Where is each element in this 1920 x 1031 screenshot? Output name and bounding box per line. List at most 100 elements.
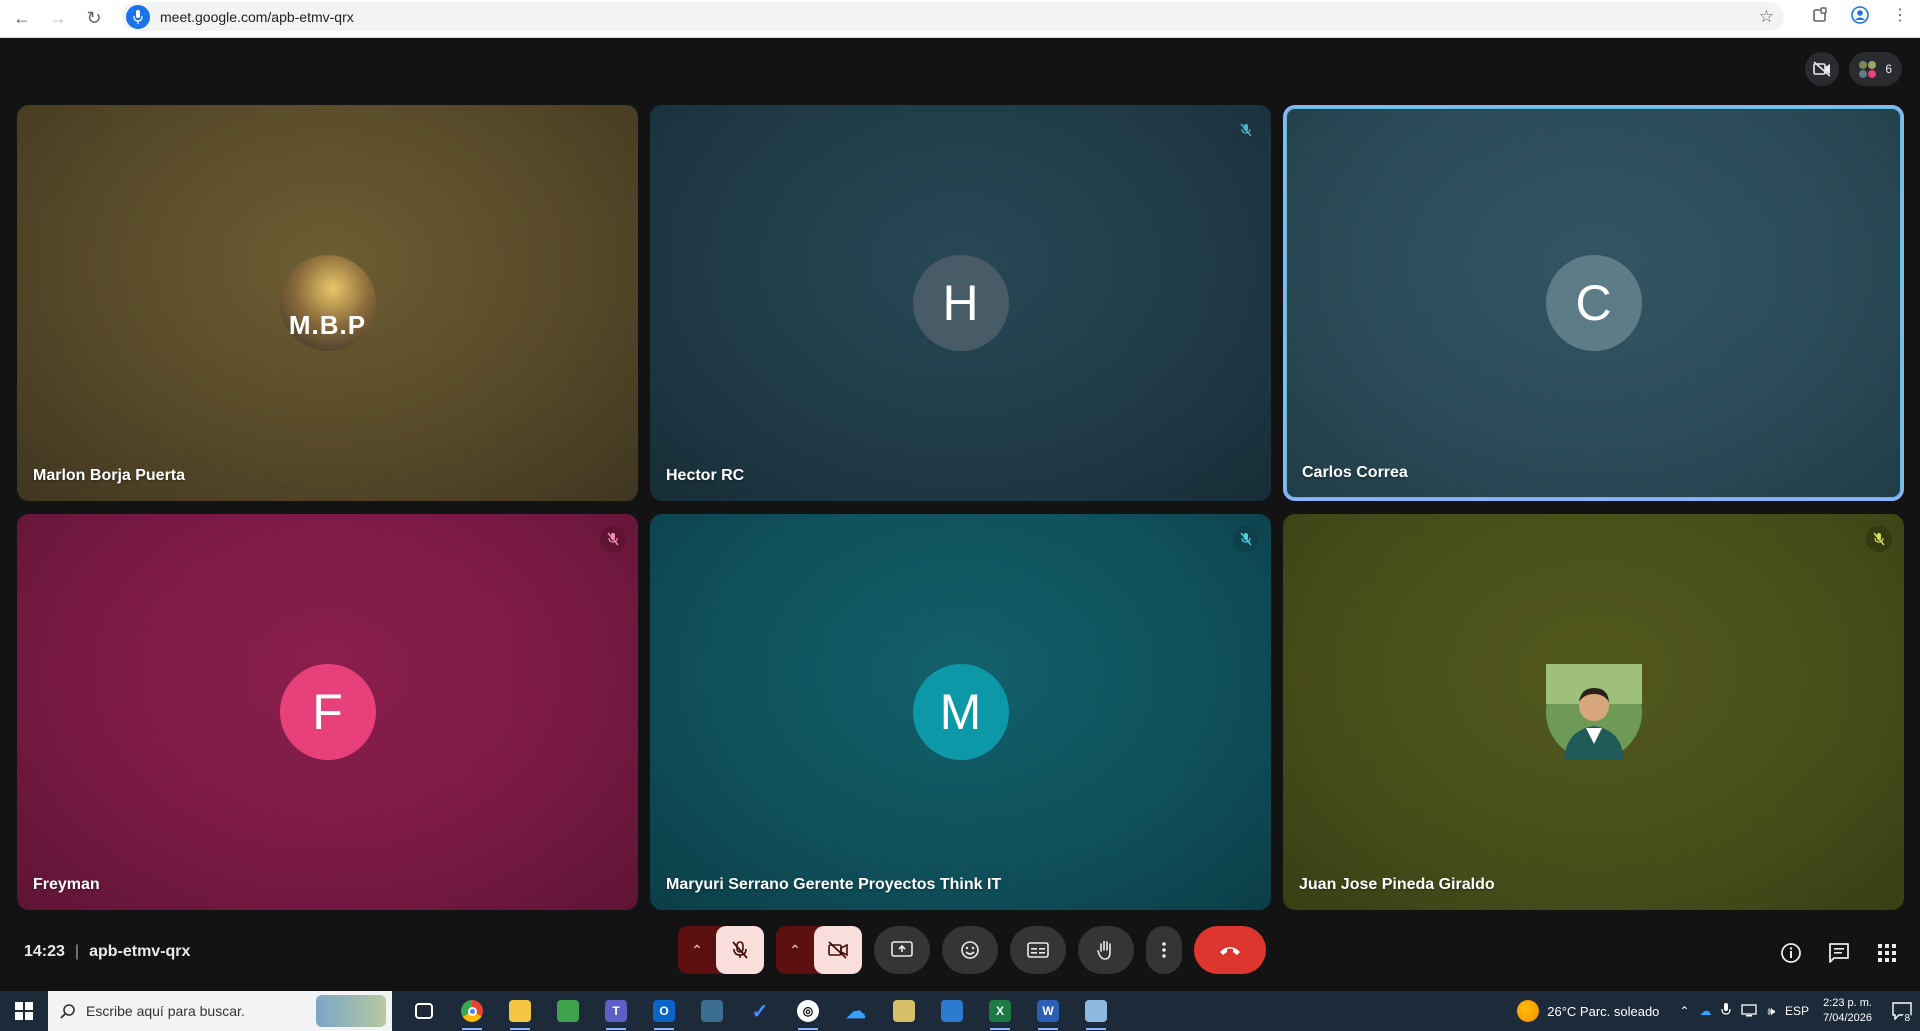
avatar-initial: M bbox=[939, 684, 982, 740]
forward-icon[interactable]: → bbox=[44, 5, 72, 33]
leave-call-button[interactable] bbox=[1194, 926, 1266, 974]
word-app[interactable]: W bbox=[1024, 991, 1072, 1031]
notes-app[interactable] bbox=[880, 991, 928, 1031]
notification-count: 8 bbox=[1902, 1013, 1912, 1024]
participant-avatar: F bbox=[279, 664, 376, 760]
participant-tile[interactable]: F Freyman bbox=[17, 514, 638, 910]
search-icon bbox=[60, 1004, 75, 1019]
audio-options-chevron-up-icon[interactable]: ⌃ bbox=[678, 926, 716, 974]
start-button[interactable] bbox=[0, 991, 48, 1031]
participant-name: Maryuri Serrano Gerente Proyectos Think … bbox=[666, 876, 1002, 893]
taskbar-search[interactable]: Escribe aquí para buscar. bbox=[48, 991, 392, 1031]
notification-center-button[interactable]: 8 bbox=[1884, 991, 1920, 1031]
teams-app[interactable]: T bbox=[592, 991, 640, 1031]
participant-name: Juan Jose Pineda Giraldo bbox=[1299, 876, 1495, 893]
participant-avatar: C bbox=[1545, 255, 1642, 351]
activities-button[interactable] bbox=[1872, 938, 1902, 968]
windows-taskbar: Escribe aquí para buscar. T O ✓ ◎ ☁ X W … bbox=[0, 991, 1920, 1031]
participants-avatars-icon bbox=[1859, 61, 1877, 78]
meeting-stage: 6 M.B.P Marlon Borja Puerta H Hector RC … bbox=[0, 38, 1920, 991]
cloud-icon: ☁ bbox=[846, 1000, 866, 1023]
microphone-site-icon[interactable] bbox=[126, 4, 150, 29]
teams-icon: T bbox=[605, 1000, 627, 1022]
snipping-app[interactable] bbox=[1072, 991, 1120, 1031]
muted-mic-icon bbox=[600, 526, 626, 552]
captions-button[interactable] bbox=[1010, 926, 1066, 974]
participant-tile[interactable]: M Maryuri Serrano Gerente Proyectos Thin… bbox=[650, 514, 1271, 910]
participant-name: Marlon Borja Puerta bbox=[33, 467, 186, 484]
person-photo-icon bbox=[1545, 664, 1642, 760]
participants-button[interactable]: 6 bbox=[1849, 52, 1902, 86]
chatgpt-app[interactable]: ◎ bbox=[784, 991, 832, 1031]
chatgpt-icon: ◎ bbox=[797, 1000, 819, 1022]
participant-tile-speaking[interactable]: C Carlos Correa bbox=[1283, 105, 1904, 501]
avatar-initial: F bbox=[312, 684, 343, 740]
present-screen-icon bbox=[891, 941, 913, 957]
language-indicator[interactable]: ESP bbox=[1785, 1004, 1809, 1018]
photos-icon bbox=[701, 1000, 723, 1022]
present-screen-button[interactable] bbox=[874, 926, 930, 974]
back-icon[interactable]: ← bbox=[8, 5, 36, 33]
video-options-chevron-up-icon[interactable]: ⌃ bbox=[776, 926, 814, 974]
camera-off-indicator-icon[interactable] bbox=[1805, 52, 1840, 86]
excel-app[interactable]: X bbox=[976, 991, 1024, 1031]
reload-icon[interactable]: ↻ bbox=[80, 5, 108, 33]
participant-tile[interactable]: M.B.P Marlon Borja Puerta bbox=[17, 105, 638, 501]
meeting-details-button[interactable] bbox=[1776, 938, 1806, 968]
remote-desktop-app[interactable] bbox=[928, 991, 976, 1031]
profile-icon[interactable] bbox=[1840, 6, 1880, 24]
chart-app-icon bbox=[557, 1000, 579, 1022]
participant-avatar: H bbox=[912, 255, 1009, 351]
file-explorer-app[interactable] bbox=[496, 991, 544, 1031]
participant-tile[interactable]: Juan Jose Pineda Giraldo bbox=[1283, 514, 1904, 910]
participant-tile[interactable]: H Hector RC bbox=[650, 105, 1271, 501]
reactions-button[interactable] bbox=[942, 926, 998, 974]
info-icon bbox=[1781, 943, 1801, 963]
network-icon[interactable] bbox=[1741, 1003, 1758, 1020]
microphone-off-button[interactable] bbox=[716, 926, 764, 974]
app-green[interactable] bbox=[544, 991, 592, 1031]
snipping-icon bbox=[1085, 1000, 1107, 1022]
menu-kebab-icon[interactable]: ⋮ bbox=[1880, 5, 1920, 25]
extensions-icon[interactable] bbox=[1800, 7, 1840, 23]
camera-off-button[interactable] bbox=[814, 926, 862, 974]
apps-grid-icon bbox=[1878, 944, 1896, 962]
separator: | bbox=[74, 943, 80, 960]
chrome-app[interactable] bbox=[448, 991, 496, 1031]
onedrive-tray-icon[interactable]: ☁ bbox=[1699, 1004, 1711, 1018]
address-bar[interactable]: meet.google.com/apb-etmv-qrx ☆ bbox=[122, 2, 1784, 31]
clock[interactable]: 2:23 p. m. 7/04/2026 bbox=[1823, 996, 1872, 1026]
checkmark-icon: ✓ bbox=[751, 1000, 769, 1023]
meeting-code: apb-etmv-qrx bbox=[89, 943, 191, 960]
onedrive-app[interactable]: ☁ bbox=[832, 991, 880, 1031]
chevron-up-icon[interactable]: ⌃ bbox=[1679, 1004, 1689, 1018]
todo-app[interactable]: ✓ bbox=[736, 991, 784, 1031]
more-vert-icon bbox=[1162, 942, 1166, 958]
chrome-icon bbox=[461, 1000, 483, 1022]
windows-logo-icon bbox=[15, 1002, 33, 1020]
task-view-icon bbox=[415, 1003, 433, 1019]
raise-hand-button[interactable] bbox=[1078, 926, 1134, 974]
task-view-button[interactable] bbox=[400, 991, 448, 1031]
folder-icon bbox=[509, 1000, 531, 1022]
bookmark-star-icon[interactable]: ☆ bbox=[1759, 7, 1774, 27]
participant-name: Freyman bbox=[33, 876, 100, 893]
avatar-text: M.B.P bbox=[288, 310, 367, 340]
word-icon: W bbox=[1037, 1000, 1059, 1022]
participant-name: Carlos Correa bbox=[1302, 464, 1408, 481]
participant-name: Hector RC bbox=[666, 467, 745, 484]
weather-widget[interactable]: 26°C Parc. soleado bbox=[1517, 1000, 1659, 1022]
end-call-icon bbox=[1220, 947, 1240, 955]
clock-date: 7/04/2026 bbox=[1823, 1012, 1872, 1024]
camera-off-icon bbox=[828, 941, 848, 959]
microphone-tray-icon[interactable] bbox=[1721, 1002, 1732, 1020]
more-options-button[interactable] bbox=[1146, 926, 1182, 974]
photos-app[interactable] bbox=[688, 991, 736, 1031]
outlook-app[interactable]: O bbox=[640, 991, 688, 1031]
clock-time: 2:23 p. m. bbox=[1823, 997, 1872, 1009]
volume-icon[interactable]: 🕪 bbox=[1767, 1004, 1775, 1019]
chat-button[interactable] bbox=[1824, 938, 1854, 968]
muted-mic-icon bbox=[1866, 526, 1892, 552]
mic-off-icon bbox=[732, 941, 748, 959]
search-highlight-image bbox=[316, 995, 386, 1027]
